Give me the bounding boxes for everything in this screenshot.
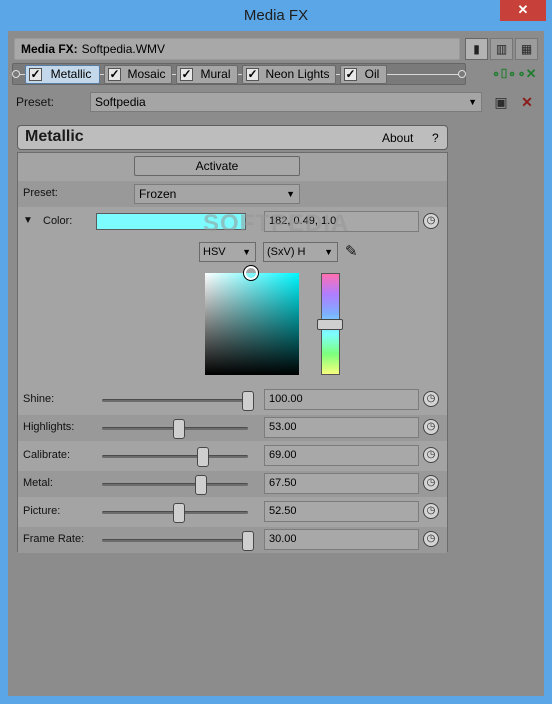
- chevron-down-icon: ▼: [468, 97, 477, 107]
- animate-dial-icon[interactable]: ◷: [423, 447, 439, 463]
- view-grid-button[interactable]: ▦: [515, 38, 538, 60]
- checkbox-icon[interactable]: ✓: [246, 68, 259, 81]
- param-slider-track[interactable]: [102, 455, 248, 458]
- param-value-field[interactable]: 67.50: [264, 473, 419, 494]
- expand-triangle-icon[interactable]: ▼: [23, 215, 33, 226]
- param-row: Picture: 52.50 ◷: [18, 499, 447, 525]
- param-row: Calibrate: 69.00 ◷: [18, 443, 447, 469]
- chain-effect-mural[interactable]: ✓ Mural: [176, 65, 238, 84]
- param-slider-thumb[interactable]: [172, 503, 185, 523]
- header-label: Media FX:: [21, 42, 78, 56]
- param-slider-thumb[interactable]: [194, 475, 207, 495]
- effect-label: Oil: [364, 67, 380, 81]
- color-mode-value: (SxV) H: [267, 246, 306, 258]
- plugin-chain: ✓ Metallic ✓ Mosaic ✓ Mural ✓ Neon Lights ✓ O…: [12, 63, 466, 85]
- remove-plugin-icon[interactable]: ∘✕: [517, 65, 537, 83]
- param-slider-thumb[interactable]: [173, 419, 186, 439]
- color-mode-combo[interactable]: (SxV) H ▼: [263, 242, 338, 262]
- chain-effect-neon-lights[interactable]: ✓ Neon Lights: [242, 65, 336, 84]
- param-value-field[interactable]: 53.00: [264, 417, 419, 438]
- chain-start-node: [12, 70, 20, 78]
- checkbox-icon[interactable]: ✓: [180, 68, 193, 81]
- picker-cursor[interactable]: [243, 265, 259, 281]
- animate-dial-icon[interactable]: ◷: [423, 531, 439, 547]
- media-fx-header: Media FX: Softpedia.WMV: [14, 38, 460, 60]
- param-label: Frame Rate:: [23, 533, 85, 545]
- preset-combo[interactable]: Softpedia ▼: [90, 92, 482, 112]
- about-button[interactable]: About: [382, 131, 413, 145]
- chevron-down-icon: ▼: [242, 247, 251, 257]
- plug-in-chain-icon[interactable]: ∘⌷∘: [492, 65, 516, 83]
- header-file: Softpedia.WMV: [81, 42, 166, 56]
- chevron-down-icon: ▼: [324, 247, 333, 257]
- window-title: Media FX: [243, 7, 309, 24]
- preset-value: Softpedia: [95, 95, 146, 109]
- save-icon[interactable]: ▣: [491, 92, 511, 112]
- preset-label: Preset:: [16, 95, 55, 109]
- param-label: Metal:: [23, 477, 53, 489]
- param-row: Frame Rate: 30.00 ◷: [18, 527, 447, 553]
- param-label: Calibrate:: [23, 449, 71, 461]
- delete-icon[interactable]: ✕: [517, 92, 537, 112]
- param-row: Shine: 100.00 ◷: [18, 387, 447, 413]
- chevron-down-icon: ▼: [286, 189, 295, 199]
- param-slider-thumb[interactable]: [196, 447, 209, 467]
- color-model-combo[interactable]: HSV ▼: [199, 242, 256, 262]
- param-label: Shine:: [23, 393, 55, 405]
- param-slider-track[interactable]: [102, 539, 248, 542]
- param-value-field[interactable]: 100.00: [264, 389, 419, 410]
- effect-label: Metallic: [50, 67, 92, 81]
- activate-button[interactable]: Activate: [134, 156, 300, 176]
- effect-label: Mosaic: [127, 67, 166, 81]
- chain-effect-mosaic[interactable]: ✓ Mosaic: [104, 65, 172, 84]
- param-value-field[interactable]: 52.50: [264, 501, 419, 522]
- help-button[interactable]: ?: [432, 131, 439, 145]
- checkbox-icon[interactable]: ✓: [108, 68, 121, 81]
- panel-preset-value: Frozen: [139, 187, 177, 201]
- param-row: Metal: 67.50 ◷: [18, 471, 447, 497]
- plugin-parameters-panel: Activate Preset: Frozen ▼ ▼ Color: 182, …: [17, 152, 448, 553]
- chain-effect-metallic[interactable]: ✓ Metallic: [25, 65, 100, 84]
- activate-row: Activate: [18, 153, 447, 179]
- animate-dial-icon[interactable]: ◷: [423, 503, 439, 519]
- close-button[interactable]: ✕: [500, 0, 546, 21]
- media-fx-window: Media FX ✕ Media FX: Softpedia.WMV ▮ ▥ ▦ …: [0, 0, 552, 704]
- view-columns-button[interactable]: ▥: [490, 38, 513, 60]
- animate-dial-icon[interactable]: ◷: [423, 419, 439, 435]
- color-label: Color:: [43, 215, 73, 227]
- param-slider-track[interactable]: [102, 483, 248, 486]
- window-content: Media FX: Softpedia.WMV ▮ ▥ ▦ ✓ Metallic ✓…: [8, 31, 544, 696]
- animate-dial-icon[interactable]: ◷: [423, 475, 439, 491]
- panel-preset-label: Preset:: [23, 187, 58, 199]
- eyedropper-icon[interactable]: ✎: [345, 242, 358, 260]
- param-label: Picture:: [23, 505, 61, 517]
- param-slider-thumb[interactable]: [242, 391, 254, 411]
- animate-dial-icon[interactable]: ◷: [423, 391, 439, 407]
- chain-end-node: [458, 70, 466, 78]
- param-value-field[interactable]: 69.00: [264, 445, 419, 466]
- chain-effect-oil[interactable]: ✓ Oil: [340, 65, 387, 84]
- param-slider-track[interactable]: [102, 399, 248, 402]
- checkbox-icon[interactable]: ✓: [344, 68, 357, 81]
- effect-label: Neon Lights: [265, 67, 330, 81]
- plugin-name: Metallic: [25, 128, 84, 145]
- effect-label: Mural: [200, 67, 231, 81]
- param-slider-thumb[interactable]: [242, 531, 254, 551]
- param-row: Highlights: 53.00 ◷: [18, 415, 447, 441]
- panel-preset-combo[interactable]: Frozen ▼: [134, 184, 300, 204]
- plugin-title-bar: Metallic About ?: [17, 125, 448, 150]
- color-model-value: HSV: [203, 246, 226, 258]
- saturation-value-picker[interactable]: [205, 273, 299, 375]
- animate-dial-icon[interactable]: ◷: [423, 213, 439, 229]
- checkbox-icon[interactable]: ✓: [29, 68, 42, 81]
- preset-row: Preset: Frozen ▼: [18, 181, 447, 207]
- param-label: Highlights:: [23, 421, 75, 433]
- hue-slider-thumb[interactable]: [317, 319, 343, 330]
- view-single-button[interactable]: ▮: [465, 38, 488, 60]
- param-value-field[interactable]: 30.00: [264, 529, 419, 550]
- watermark: SOFTPEDIA: [203, 210, 350, 237]
